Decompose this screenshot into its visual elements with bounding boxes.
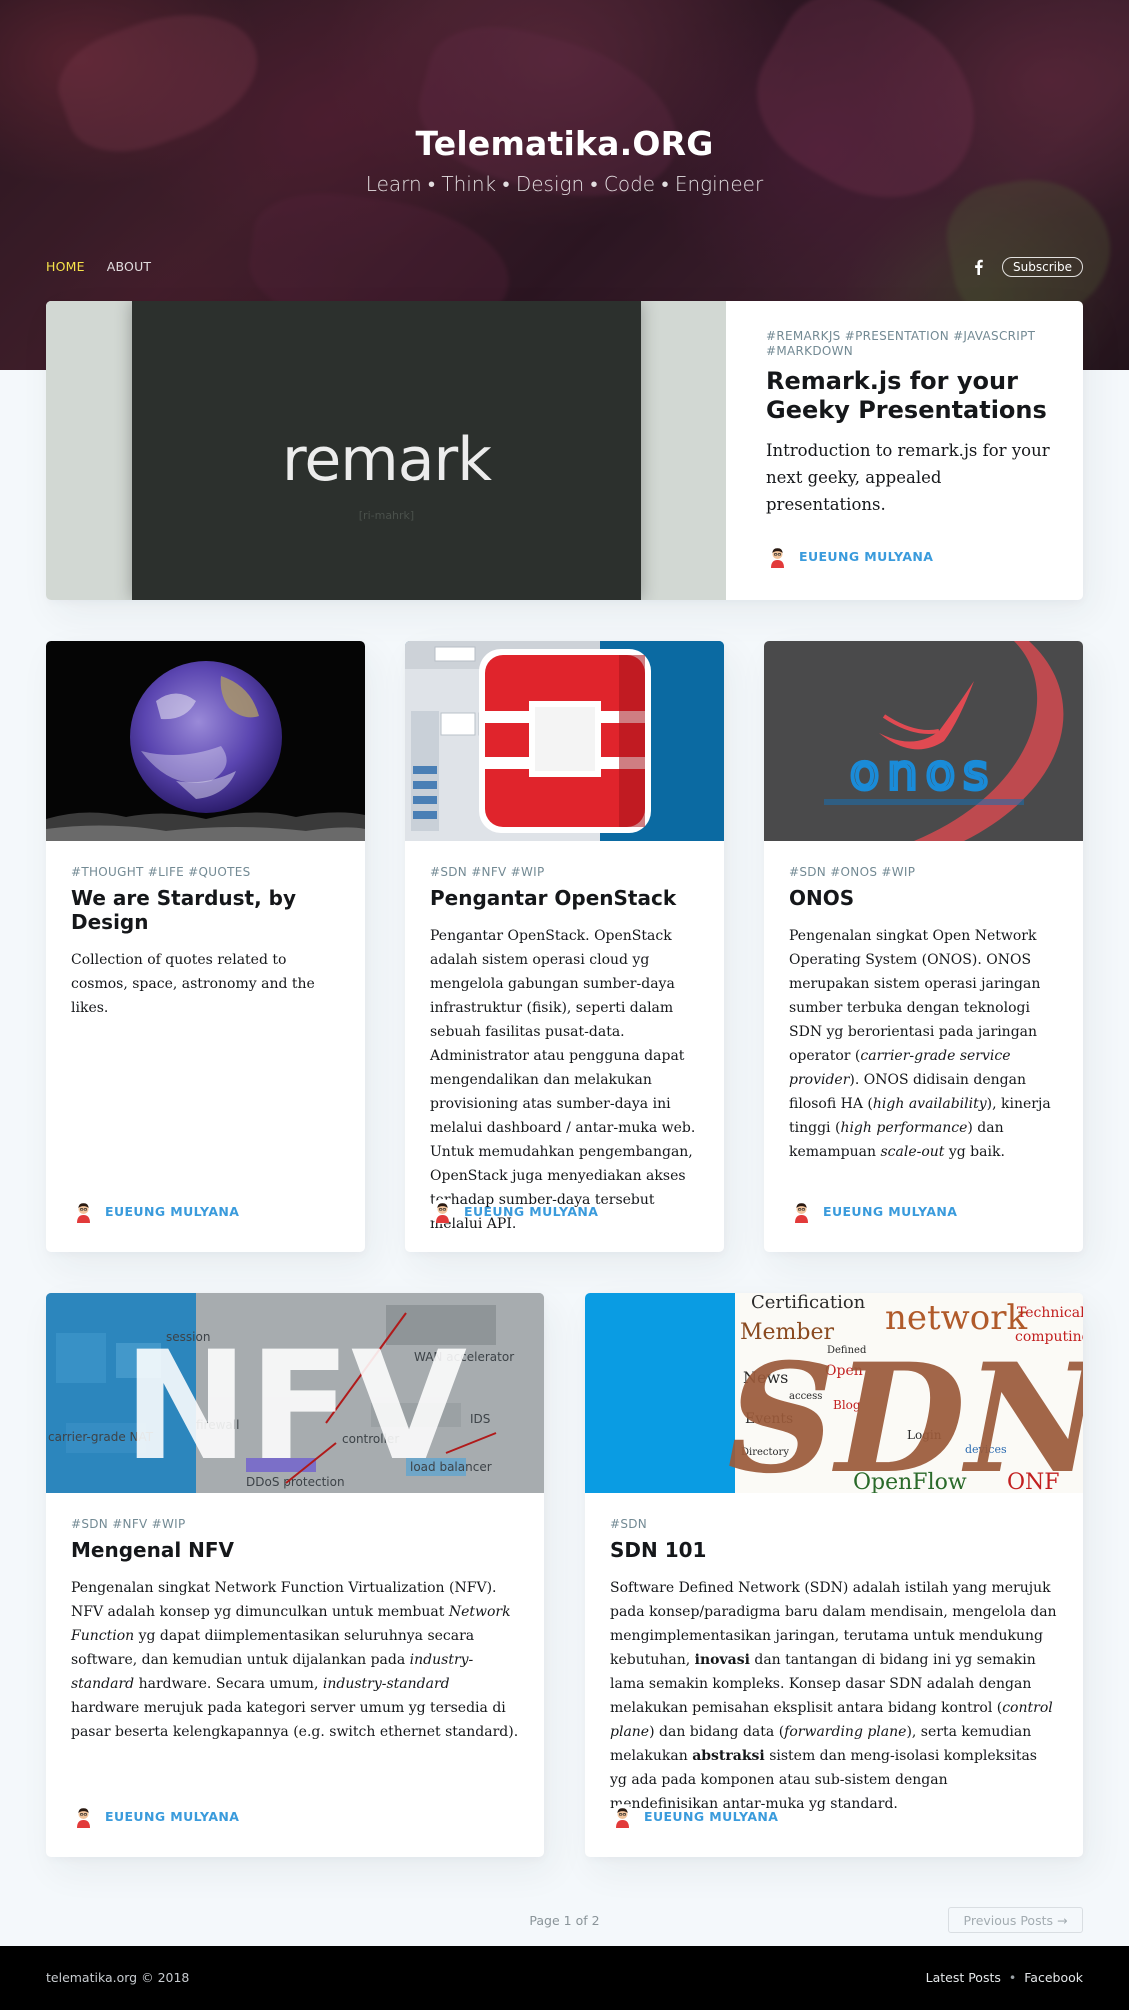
onos-logo-illustration: onos bbox=[824, 641, 1064, 841]
post-content: #THOUGHT #LIFE #QUOTES We are Stardust, … bbox=[71, 865, 340, 1020]
nfv-image-text: NFV bbox=[123, 1320, 467, 1493]
post-excerpt: Introduction to remark.js for your next … bbox=[766, 440, 1050, 514]
person-avatar-icon bbox=[71, 1199, 96, 1224]
featured-post-content: #REMARKJS #PRESENTATION #JAVASCRIPT #MAR… bbox=[766, 329, 1056, 518]
facebook-icon-glyph bbox=[974, 259, 983, 275]
post-content: #SDN SDN 101 Software Defined Network (S… bbox=[610, 1517, 1058, 1816]
header-background-shape bbox=[729, 0, 1011, 233]
footer-link-latest-posts[interactable]: Latest Posts bbox=[926, 1970, 1001, 1985]
previous-posts-button[interactable]: Previous Posts → bbox=[948, 1907, 1083, 1933]
author-name[interactable]: EUEUNG MULYANA bbox=[105, 1809, 239, 1824]
post-card[interactable]: carrier-grade NAT WAN accelerator DDoS p… bbox=[46, 1293, 544, 1857]
person-avatar-icon bbox=[71, 1804, 96, 1829]
post-excerpt: Pengantar OpenStack. OpenStack adalah si… bbox=[430, 928, 696, 1232]
author-name[interactable]: EUEUNG MULYANA bbox=[823, 1204, 957, 1219]
post-tags: #SDN #NFV #WIP bbox=[430, 865, 545, 879]
post-title[interactable]: ONOS bbox=[789, 886, 1058, 910]
post-title[interactable]: Pengantar OpenStack bbox=[430, 886, 699, 910]
nav-item-about[interactable]: ABOUT bbox=[107, 259, 152, 274]
post-tags: #SDN #NFV #WIP bbox=[71, 1517, 186, 1531]
post-tags: #THOUGHT #LIFE #QUOTES bbox=[71, 865, 251, 879]
remark-logo-subtext: [ri-mahrk] bbox=[358, 509, 415, 522]
post-author[interactable]: EUEUNG MULYANA bbox=[71, 1804, 239, 1829]
post-author[interactable]: EUEUNG MULYANA bbox=[430, 1199, 598, 1224]
person-avatar-icon bbox=[765, 544, 790, 569]
sdn-image-text: SDN bbox=[727, 1331, 1083, 1493]
nfv-image-label: IDS bbox=[470, 1412, 490, 1426]
post-tags: #SDN #ONOS #WIP bbox=[789, 865, 916, 879]
author-avatar bbox=[430, 1199, 455, 1224]
subscribe-button[interactable]: Subscribe bbox=[1002, 257, 1083, 277]
post-card[interactable]: Certification network Technical Member c… bbox=[585, 1293, 1083, 1857]
post-title[interactable]: We are Stardust, by Design bbox=[71, 886, 340, 934]
nav-actions: Subscribe bbox=[970, 257, 1083, 277]
post-excerpt: Collection of quotes related to cosmos, … bbox=[71, 952, 315, 1016]
post-content: #SDN #ONOS #WIP ONOS Pengenalan singkat … bbox=[789, 865, 1058, 1164]
author-avatar bbox=[765, 544, 790, 569]
openstack-logo-illustration bbox=[405, 641, 724, 841]
post-image[interactable]: Certification network Technical Member c… bbox=[585, 1293, 1083, 1493]
remark-slide: remark [ri-mahrk] bbox=[132, 301, 641, 600]
post-author[interactable]: EUEUNG MULYANA bbox=[610, 1804, 778, 1829]
footer-separator: • bbox=[1008, 1970, 1017, 1985]
nfv-illustration: carrier-grade NAT WAN accelerator DDoS p… bbox=[46, 1293, 544, 1493]
remark-logo-text: remark bbox=[282, 425, 492, 495]
footer-copyright: telematika.org © 2018 bbox=[46, 1970, 190, 1985]
featured-post-card[interactable]: remark [ri-mahrk] #REMARKJS #PRESENTATIO… bbox=[46, 301, 1083, 600]
author-avatar bbox=[610, 1804, 635, 1829]
post-content: #SDN #NFV #WIP Mengenal NFV Pengenalan s… bbox=[71, 1517, 519, 1744]
site-title[interactable]: Telematika.ORG bbox=[0, 124, 1129, 163]
sdn-word-cloud-illustration: Certification network Technical Member c… bbox=[585, 1293, 1083, 1493]
post-excerpt: Software Defined Network (SDN) adalah is… bbox=[610, 1580, 1057, 1812]
post-card[interactable]: onos #SDN #ONOS #WIP ONOS Pengenalan sin… bbox=[764, 641, 1083, 1252]
post-image[interactable]: onos bbox=[764, 641, 1083, 841]
post-content: #SDN #NFV #WIP Pengantar OpenStack Penga… bbox=[430, 865, 699, 1236]
earth-illustration bbox=[46, 661, 365, 841]
post-card[interactable]: #THOUGHT #LIFE #QUOTES We are Stardust, … bbox=[46, 641, 365, 1252]
sdn-word: Certification bbox=[751, 1293, 866, 1313]
person-avatar-icon bbox=[610, 1804, 635, 1829]
post-image[interactable]: carrier-grade NAT WAN accelerator DDoS p… bbox=[46, 1293, 544, 1493]
author-avatar bbox=[789, 1199, 814, 1224]
author-avatar bbox=[71, 1199, 96, 1224]
post-card[interactable]: #SDN #NFV #WIP Pengantar OpenStack Penga… bbox=[405, 641, 724, 1252]
post-author[interactable]: EUEUNG MULYANA bbox=[765, 544, 933, 569]
footer-link-facebook[interactable]: Facebook bbox=[1024, 1970, 1083, 1985]
post-author[interactable]: EUEUNG MULYANA bbox=[789, 1199, 957, 1224]
author-name[interactable]: EUEUNG MULYANA bbox=[799, 549, 933, 564]
post-tags: #REMARKJS #PRESENTATION #JAVASCRIPT #MAR… bbox=[766, 329, 1036, 358]
post-excerpt: Pengenalan singkat Network Function Virt… bbox=[71, 1580, 519, 1740]
onos-logo-text: onos bbox=[850, 745, 996, 801]
site-description: Learn • Think • Design • Code • Engineer bbox=[365, 172, 764, 196]
post-title[interactable]: Mengenal NFV bbox=[71, 1538, 519, 1562]
post-image[interactable] bbox=[405, 641, 724, 841]
facebook-icon[interactable] bbox=[970, 257, 986, 277]
main-nav: HOME ABOUT bbox=[46, 259, 151, 274]
author-name[interactable]: EUEUNG MULYANA bbox=[105, 1204, 239, 1219]
post-tags: #SDN bbox=[610, 1517, 648, 1531]
author-name[interactable]: EUEUNG MULYANA bbox=[644, 1809, 778, 1824]
person-avatar-icon bbox=[430, 1199, 455, 1224]
post-author[interactable]: EUEUNG MULYANA bbox=[71, 1199, 239, 1224]
post-excerpt: Pengenalan singkat Open Network Operatin… bbox=[789, 928, 1051, 1160]
footer-links: Latest Posts • Facebook bbox=[926, 1970, 1083, 1985]
author-avatar bbox=[71, 1804, 96, 1829]
post-title[interactable]: SDN 101 bbox=[610, 1538, 1058, 1562]
post-image[interactable] bbox=[46, 641, 365, 841]
sdn-word: Technical bbox=[1017, 1305, 1083, 1321]
site-footer: telematika.org © 2018 Latest Posts • Fac… bbox=[0, 1946, 1129, 2010]
person-avatar-icon bbox=[789, 1199, 814, 1224]
nav-item-home[interactable]: HOME bbox=[46, 259, 85, 274]
post-title[interactable]: Remark.js for your Geeky Presentations bbox=[766, 367, 1056, 425]
author-name[interactable]: EUEUNG MULYANA bbox=[464, 1204, 598, 1219]
featured-post-image[interactable]: remark [ri-mahrk] bbox=[46, 301, 726, 600]
